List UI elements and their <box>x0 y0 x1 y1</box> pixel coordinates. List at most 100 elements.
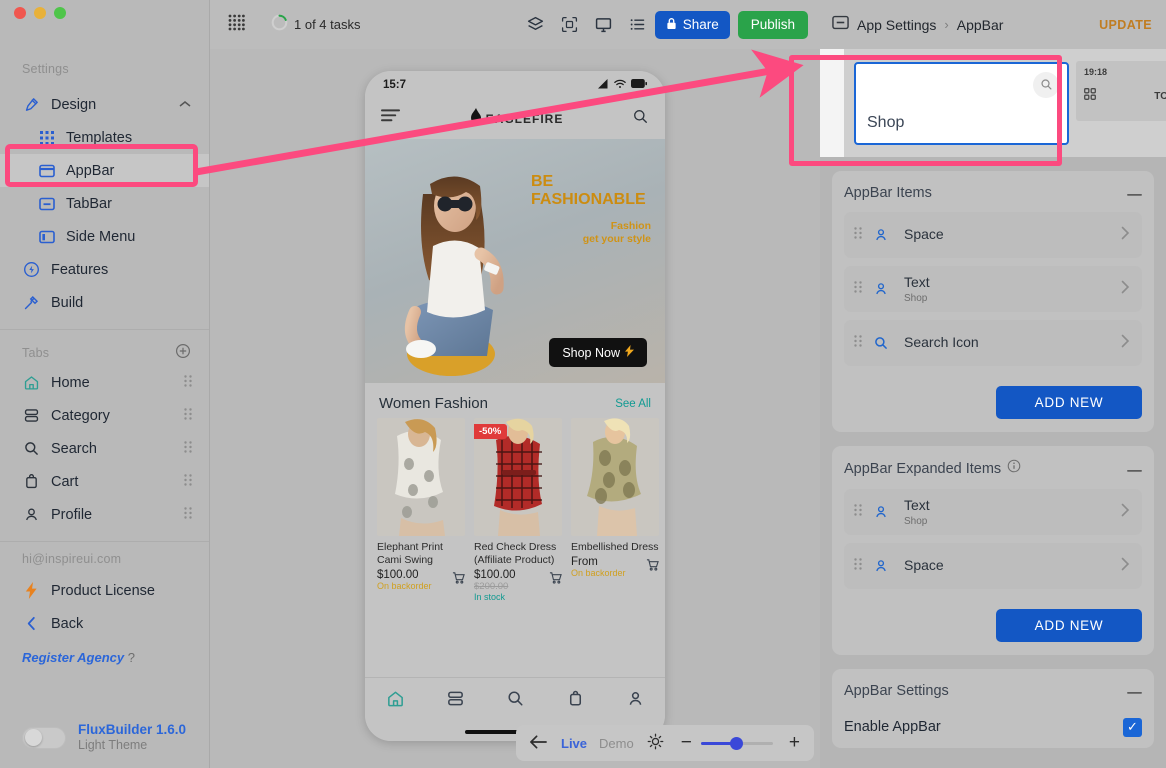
appbar-expanded-item-row[interactable]: Text Shop <box>844 489 1142 535</box>
account-email: hi@inspireui.com <box>22 552 122 566</box>
drag-handle-icon[interactable] <box>184 440 192 458</box>
sidebar-tab-search[interactable]: Search <box>0 432 209 465</box>
cart-add-icon[interactable] <box>452 571 465 589</box>
slider-knob[interactable] <box>729 737 743 750</box>
appbar-expanded-item-row[interactable]: Space <box>844 543 1142 589</box>
monitor-icon[interactable] <box>587 10 621 40</box>
maximize-window-button[interactable] <box>54 7 66 19</box>
minus-icon[interactable] <box>1127 184 1142 201</box>
sidebar-item-tabbar[interactable]: TabBar <box>0 187 209 220</box>
sidebar-item-label: AppBar <box>66 162 115 179</box>
nav-home-icon[interactable] <box>386 689 405 713</box>
drag-handle-icon[interactable] <box>184 506 192 524</box>
drag-handle-icon[interactable] <box>854 280 862 298</box>
task-progress-label: 1 of 4 tasks <box>294 17 361 32</box>
register-agency-help[interactable]: ? <box>128 650 135 665</box>
chevron-right-icon[interactable] <box>1121 334 1130 353</box>
drag-handle-icon[interactable] <box>184 407 192 425</box>
sidebar-item-features[interactable]: Features <box>0 253 209 286</box>
update-button[interactable]: UPDATE <box>1099 18 1152 32</box>
chevron-up-icon[interactable] <box>179 99 191 111</box>
product-name: Elephant Print Cami Swing <box>377 541 443 567</box>
person-icon <box>873 281 889 297</box>
cart-add-icon[interactable] <box>549 571 562 589</box>
enable-appbar-checkbox[interactable]: ✓ <box>1123 717 1142 737</box>
theme-toggle[interactable] <box>22 726 66 749</box>
sidebar-item-appbar[interactable]: AppBar <box>0 154 209 187</box>
product-card[interactable]: -50% Red Check Dress (Affiliate Product)… <box>474 418 562 602</box>
sun-icon[interactable] <box>647 733 664 753</box>
nav-profile-icon[interactable] <box>626 689 645 713</box>
hero-text: BE FASHIONABLE Fashion get your style <box>531 173 651 247</box>
chevron-right-icon[interactable] <box>1121 557 1130 576</box>
search-icon[interactable] <box>632 108 649 130</box>
theme-toggle-row[interactable]: FluxBuilder 1.6.0 Light Theme <box>0 722 209 755</box>
add-new-appbar-item-button[interactable]: ADD NEW <box>996 386 1142 419</box>
minimize-window-button[interactable] <box>34 7 46 19</box>
product-name: Embellished Dress <box>571 541 659 553</box>
appbar-item-row[interactable]: Space <box>844 212 1142 258</box>
sidebar-item-back[interactable]: Back <box>0 607 209 640</box>
drag-handle-icon[interactable] <box>854 503 862 521</box>
search-icon[interactable] <box>1033 71 1059 98</box>
nav-cart-icon[interactable] <box>566 689 585 713</box>
preview-mode-live[interactable]: Live <box>561 736 587 751</box>
list-icon[interactable] <box>621 10 655 40</box>
publish-button[interactable]: Publish <box>737 10 808 39</box>
nav-search-icon[interactable] <box>506 689 525 713</box>
share-button[interactable]: Share <box>654 10 730 39</box>
product-name: Red Check Dress (Affiliate Product) <box>474 541 557 567</box>
qr-scan-icon[interactable] <box>553 10 587 40</box>
chevron-right-icon[interactable] <box>1121 280 1130 299</box>
sidebar-item-build[interactable]: Build <box>0 286 209 319</box>
hero-banner[interactable]: BE FASHIONABLE Fashion get your style Sh… <box>365 139 665 383</box>
appbar-item-row[interactable]: Search Icon <box>844 320 1142 366</box>
register-agency-link[interactable]: Register Agency ? <box>0 650 209 665</box>
shop-now-button[interactable]: Shop Now <box>549 338 647 367</box>
sidebar-item-product-license[interactable]: Product License <box>0 574 209 607</box>
chevron-right-icon[interactable] <box>1121 226 1130 245</box>
see-all-link[interactable]: See All <box>615 398 651 410</box>
enable-appbar-row[interactable]: Enable AppBar ✓ <box>844 710 1142 744</box>
sidebar-item-design[interactable]: Design <box>0 88 209 121</box>
zoom-slider[interactable] <box>700 736 773 750</box>
drag-handle-icon[interactable] <box>184 374 192 392</box>
drag-handle-icon[interactable] <box>184 473 192 491</box>
layers-icon[interactable] <box>519 10 553 40</box>
drag-handle-icon[interactable] <box>854 334 862 352</box>
cart-add-icon[interactable] <box>646 558 659 576</box>
add-new-expanded-item-button[interactable]: ADD NEW <box>996 609 1142 642</box>
sidebar-tab-category[interactable]: Category <box>0 399 209 432</box>
appbar-items-card: AppBar Items Space Text Shop Search Icon… <box>832 171 1154 432</box>
back-arrow-icon[interactable] <box>530 734 547 752</box>
chevron-right-icon[interactable] <box>1121 503 1130 522</box>
sidebar-item-side-menu[interactable]: Side Menu <box>0 220 209 253</box>
info-icon[interactable] <box>1007 459 1021 478</box>
breadcrumb-app-settings[interactable]: App Settings <box>857 17 936 33</box>
drag-handle-icon[interactable] <box>854 557 862 575</box>
sidebar-tab-cart[interactable]: Cart <box>0 465 209 498</box>
product-card[interactable]: Elephant Print Cami Swing $100.00 On bac… <box>377 418 465 602</box>
plus-circle-icon[interactable] <box>175 343 191 364</box>
product-card[interactable]: Embellished Dress From On backorder <box>571 418 659 602</box>
minus-icon[interactable] <box>1127 460 1142 477</box>
appbar-shop-preview[interactable]: Shop <box>854 61 1069 145</box>
hamburger-icon[interactable] <box>381 109 400 129</box>
nav-category-icon[interactable] <box>446 689 465 713</box>
bolt-icon <box>625 345 634 360</box>
sidebar-tab-profile[interactable]: Profile <box>0 498 209 531</box>
appbar-item-row[interactable]: Text Shop <box>844 266 1142 312</box>
sidebar-item-templates[interactable]: Templates <box>0 121 209 154</box>
breadcrumb-appbar[interactable]: AppBar <box>957 17 1004 33</box>
sidebar-tab-home[interactable]: Home <box>0 366 209 399</box>
hero-line2: FASHIONABLE <box>531 191 646 209</box>
preview-mode-demo[interactable]: Demo <box>599 736 634 751</box>
close-window-button[interactable] <box>14 7 26 19</box>
product-price: From <box>571 556 598 569</box>
zoom-out-button[interactable]: − <box>681 732 692 754</box>
window-controls[interactable] <box>14 7 66 19</box>
drag-handle-icon[interactable] <box>854 226 862 244</box>
zoom-in-button[interactable]: + <box>789 732 800 754</box>
apps-grid-icon[interactable] <box>228 14 245 36</box>
minus-icon[interactable] <box>1127 682 1142 699</box>
